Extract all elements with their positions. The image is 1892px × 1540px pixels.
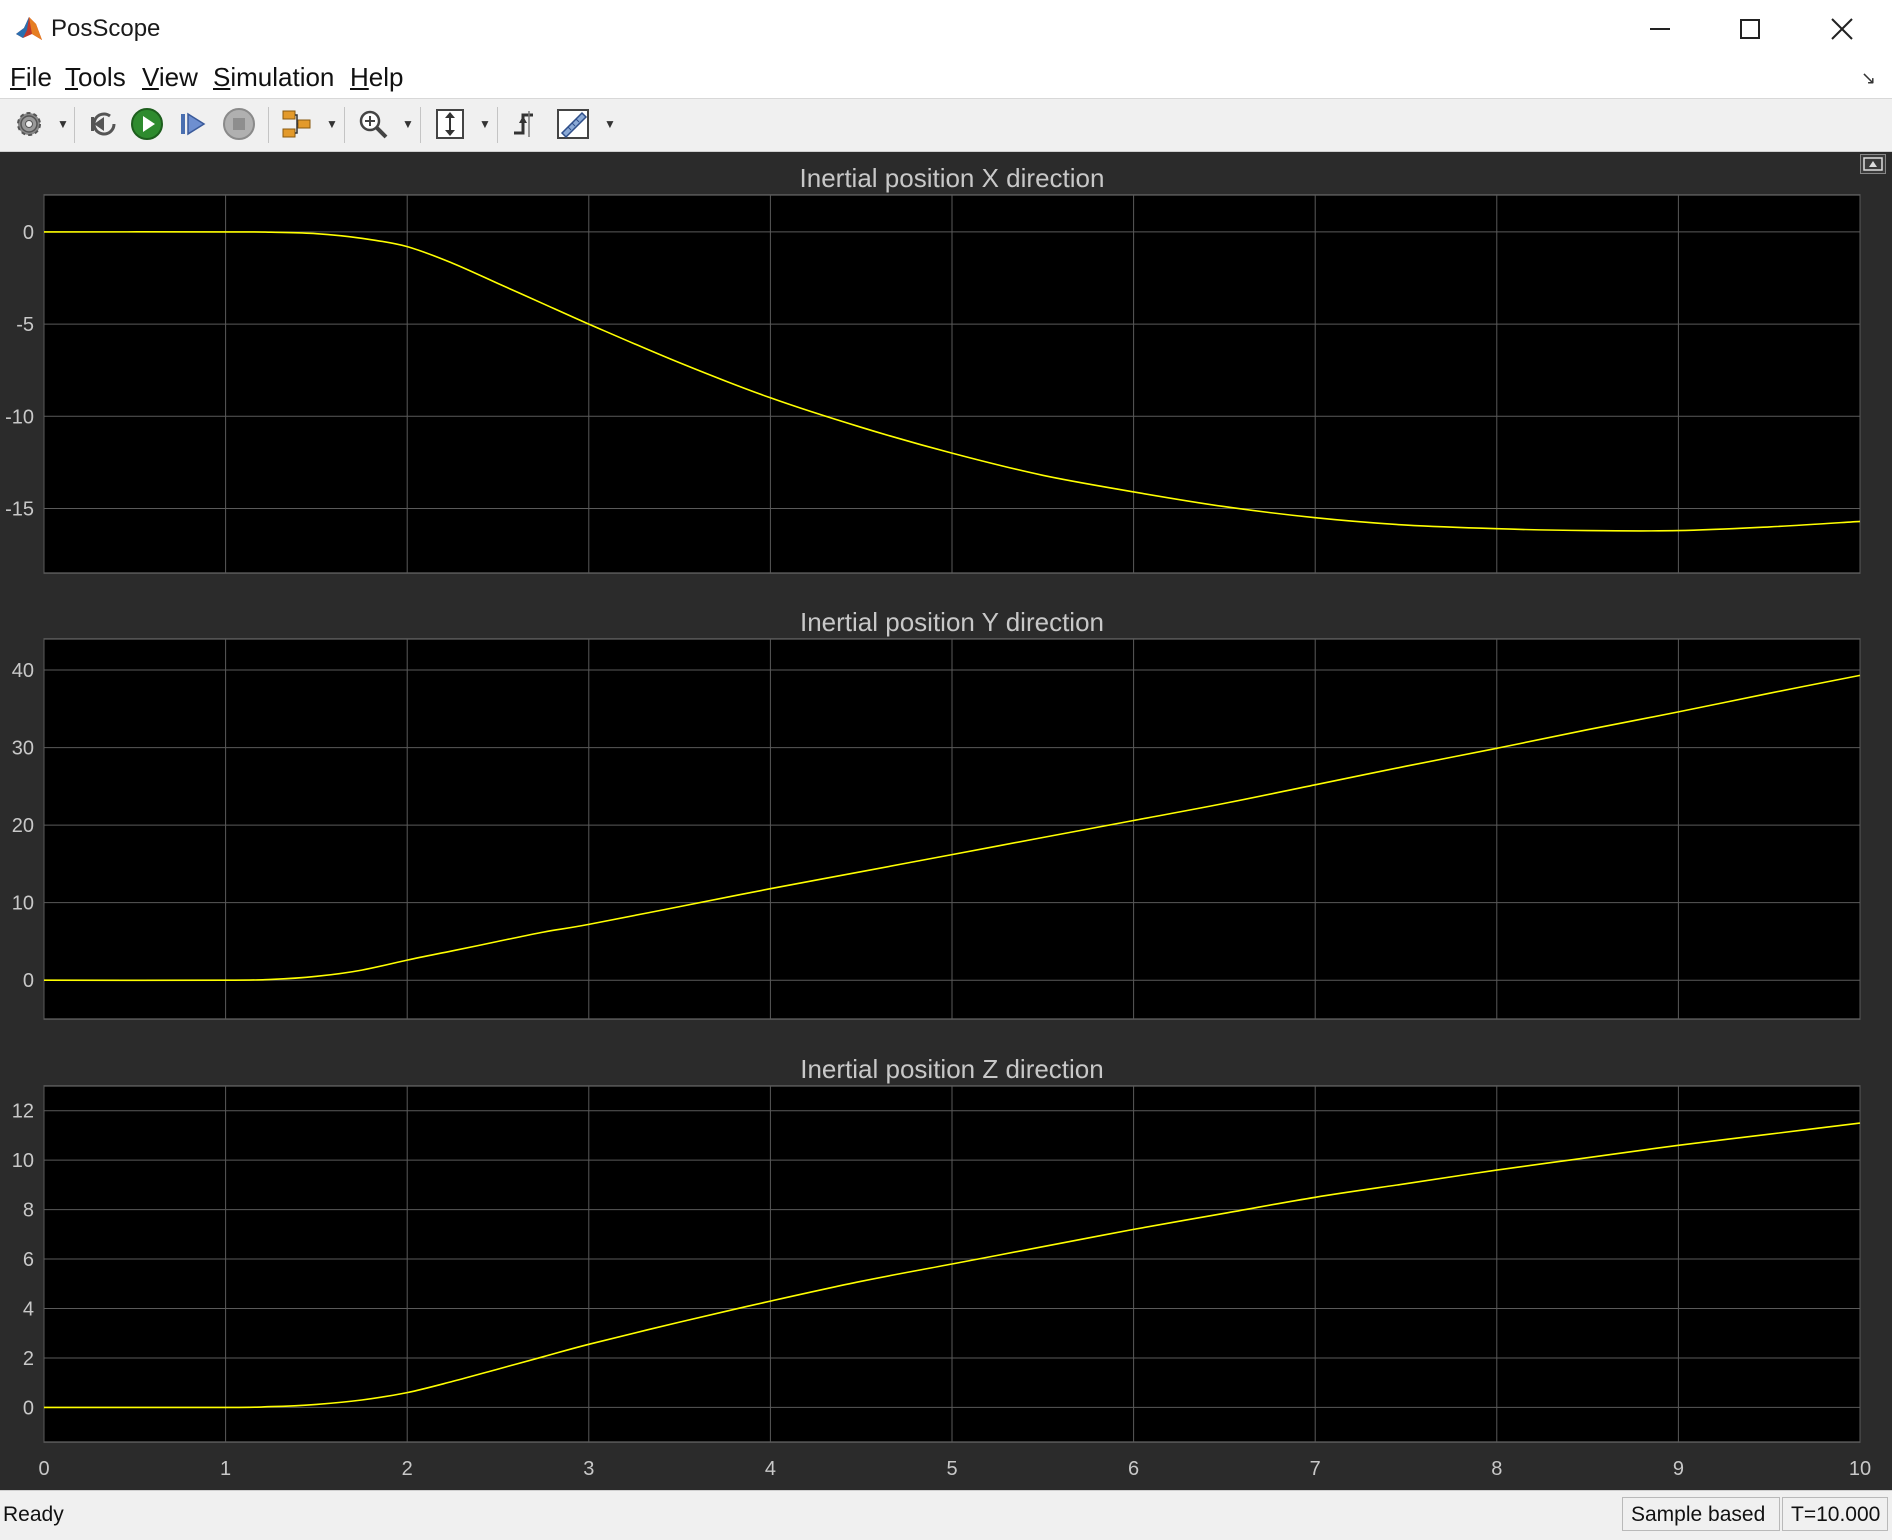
x-tick-label: 4 [765,1458,776,1480]
plot-axes-3: 0 1 2 3 4 5 6 7 8 9 10024681012Inertial position Z… [12,1054,1871,1480]
scope-display: 0 -5 -10 -15 Inertial position X direction 0 1… [0,152,1892,1490]
menu-bar: File Tools View Simulation Help ↘ [0,58,1892,99]
fit-axes-icon [436,109,464,139]
block-diagram-icon [282,110,311,138]
y-tick-label: 10 [12,893,34,915]
settings-dropdown-arrow-icon[interactable]: ▼ [57,117,69,131]
y-tick-label: 0 [23,970,34,992]
toolbar: ▼ ▼ ▼ ▼ ▼ [0,99,1892,152]
toolbar-separator [344,107,345,143]
x-tick-label: 5 [946,1458,957,1480]
zoom-button[interactable] [356,107,390,143]
x-tick-label: 9 [1673,1458,1684,1480]
settings-button[interactable] [12,107,46,143]
x-tick-label: 6 [1128,1458,1139,1480]
highlight-dropdown-arrow-icon[interactable]: ▼ [326,117,338,131]
sample-mode-indicator: Sample based [1622,1497,1780,1531]
toolbar-separator [74,107,75,143]
y-tick-label: 20 [12,815,34,837]
stop-icon [223,108,255,140]
step-forward-button[interactable] [176,107,210,143]
y-tick-label: 40 [12,660,34,682]
undock-arrow-icon[interactable]: ↘ [1861,68,1876,89]
plot-title: Inertial position Z direction [800,1054,1103,1084]
gear-icon [17,112,41,136]
scope-plots: 0 -5 -10 -15 Inertial position X direction 0 1… [5,163,1871,1480]
stop-button[interactable] [222,107,256,143]
scale-dropdown-arrow-icon[interactable]: ▼ [479,117,491,131]
x-tick-label: 7 [1310,1458,1321,1480]
close-button[interactable] [1796,0,1888,58]
menu-help[interactable]: Help [348,62,405,92]
menu-view[interactable]: View [140,62,200,92]
y-tick-label: 30 [12,738,34,760]
menu-simulation[interactable]: Simulation [211,62,336,92]
y-tick-label: 12 [12,1101,34,1123]
toolbar-separator [420,107,421,143]
measurements-button[interactable] [556,107,592,143]
step-forward-icon [181,112,206,136]
scale-axes-button[interactable] [433,107,467,143]
menu-tools[interactable]: Tools [63,62,128,92]
plot-axes-2: 0 10 20 30 40 Inertial position Y direction [12,607,1861,1020]
zoom-dropdown-arrow-icon[interactable]: ▼ [402,117,414,131]
minimize-button[interactable] [1614,0,1706,58]
zoom-in-icon [359,110,388,139]
measurements-dropdown-arrow-icon[interactable]: ▼ [604,117,616,131]
ruler-icon [557,109,589,139]
x-tick-label: 2 [402,1458,413,1480]
y-tick-label: 2 [23,1348,34,1370]
y-tick-label: -15 [5,498,34,520]
plot-axes-1: 0 -5 -10 -15 Inertial position X direction [5,163,1861,574]
maximize-icon [1740,19,1760,39]
minimize-icon [1650,28,1670,30]
status-text: Ready [3,1503,64,1526]
y-tick-label: 0 [23,1397,34,1419]
x-tick-label: 1 [220,1458,231,1480]
run-button[interactable] [130,107,164,143]
y-tick-label: 6 [23,1249,34,1271]
y-tick-label: -10 [5,406,34,428]
x-tick-label: 3 [583,1458,594,1480]
matlab-logo-icon [14,14,44,44]
triggers-button[interactable] [509,107,543,143]
menu-file[interactable]: File [8,62,54,92]
y-tick-label: 10 [12,1150,34,1172]
y-tick-label: 4 [23,1299,34,1321]
step-back-icon [91,112,116,136]
play-icon [131,108,163,140]
simulation-time-indicator: T=10.000 [1782,1497,1888,1531]
toolbar-separator [497,107,498,143]
close-icon [1831,18,1853,40]
toolbar-separator [268,107,269,143]
status-bar: Ready Sample based T=10.000 [0,1490,1892,1540]
maximize-button[interactable] [1704,0,1796,58]
y-tick-label: -5 [16,314,34,336]
x-tick-label: 10 [1849,1458,1871,1480]
highlight-block-button[interactable] [280,107,316,143]
y-tick-label: 8 [23,1200,34,1222]
trigger-icon [514,111,533,137]
x-tick-label: 8 [1491,1458,1502,1480]
y-tick-label: 0 [23,222,34,244]
title-bar: PosScope [0,0,1892,58]
step-back-button[interactable] [86,107,120,143]
x-tick-label: 0 [38,1458,49,1480]
plot-title: Inertial position X direction [800,163,1105,193]
plot-title: Inertial position Y direction [800,607,1104,637]
window-title: PosScope [51,15,161,42]
